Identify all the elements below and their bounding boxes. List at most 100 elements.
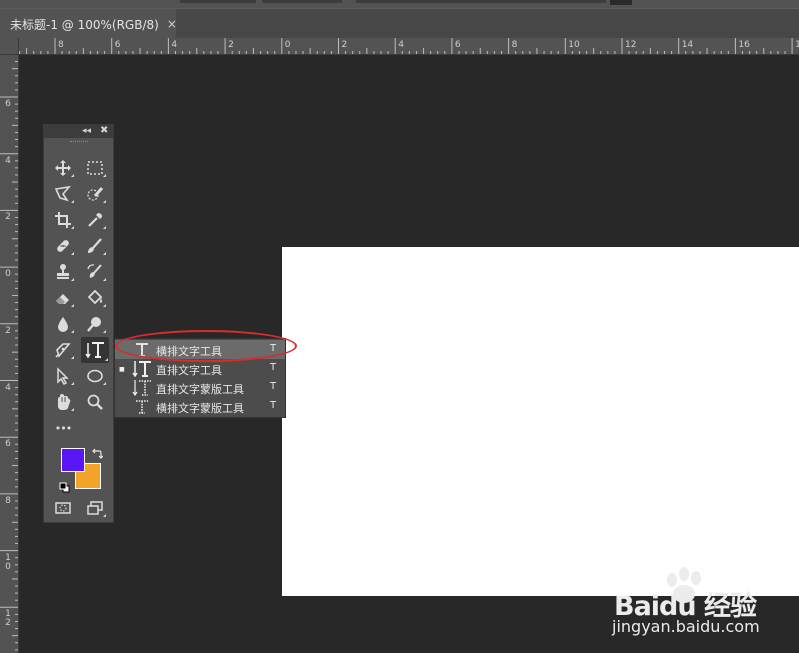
horizontal-ruler[interactable]: 8 6 4 2 0 2 4 6 8 10 12 14 16 18 (18, 38, 799, 55)
ruler-label: 6 (114, 40, 121, 50)
menu-item-vertical-type[interactable]: ■ 直排文字工具 T (115, 359, 285, 378)
submenu-indicator (71, 226, 74, 229)
quick-selection-icon (87, 187, 104, 201)
ruler-origin[interactable] (0, 38, 19, 55)
type-tool[interactable] (81, 337, 109, 363)
quick-selection-tool[interactable] (83, 183, 107, 205)
close-panel-icon[interactable]: ✖ (100, 125, 108, 136)
menu-item-horizontal-type-mask[interactable]: 横排文字蒙版工具 T (115, 397, 285, 416)
ruler-label: 10 (568, 40, 580, 50)
horizontal-type-icon (129, 340, 155, 359)
type-tool-flyout-menu: 横排文字工具 T ■ 直排文字工具 T 直排文字蒙版工具 T 横排文字蒙版工具 … (114, 338, 286, 418)
ruler-label: 0 (284, 40, 291, 50)
history-brush-icon (87, 264, 102, 278)
ruler-label: 4 (5, 382, 11, 393)
ruler-label: 8 (58, 40, 64, 50)
dodge-icon (87, 317, 101, 332)
ellipse-icon (87, 369, 103, 383)
swap-colors-icon[interactable] (91, 445, 104, 464)
clone-stamp-tool[interactable] (51, 261, 75, 283)
move-tool[interactable] (51, 157, 75, 179)
document-tab-title: 未标题-1 @ 100%(RGB/8) (10, 17, 159, 32)
ruler-label: 6 (5, 439, 11, 450)
menu-item-shortcut: T (270, 400, 277, 411)
ruler-label: 16 (738, 40, 750, 50)
history-brush-tool[interactable] (83, 261, 107, 283)
ruler-label: 14 (681, 40, 694, 50)
edit-toolbar-button[interactable]: ••• (51, 417, 75, 439)
crop-tool[interactable] (51, 209, 75, 231)
menu-item-shortcut: T (270, 362, 277, 373)
submenu-indicator (105, 358, 108, 361)
collapse-panel-icon[interactable]: ◂◂ (82, 126, 91, 136)
healing-brush-icon (57, 240, 69, 252)
submenu-indicator (103, 278, 106, 281)
ruler-label: 18 (795, 40, 799, 50)
menu-item-label: 横排文字蒙版工具 (156, 402, 244, 415)
hand-icon (58, 394, 71, 410)
pen-tool[interactable] (51, 339, 75, 361)
document-canvas[interactable] (282, 247, 799, 596)
brush-tool[interactable] (83, 235, 107, 257)
vertical-type-icon (129, 359, 155, 378)
submenu-indicator (71, 330, 74, 333)
paint-bucket-tool[interactable] (83, 287, 107, 309)
eyedropper-icon (88, 213, 102, 227)
quick-mask-tool[interactable] (51, 497, 75, 519)
submenu-indicator (103, 330, 106, 333)
menu-item-horizontal-type[interactable]: 横排文字工具 T (115, 340, 285, 359)
submenu-indicator (71, 278, 74, 281)
lasso-tool[interactable] (51, 183, 75, 205)
ruler-label: 10 (5, 552, 11, 572)
zoom-icon (87, 394, 103, 410)
menu-item-shortcut: T (270, 343, 277, 354)
submenu-indicator (71, 304, 74, 307)
eraser-icon (56, 294, 69, 304)
dodge-tool[interactable] (83, 313, 107, 335)
menu-item-label: 直排文字工具 (156, 364, 222, 377)
clone-stamp-icon (57, 264, 69, 279)
options-bar-field (610, 0, 632, 5)
ruler-label: 12 (5, 609, 11, 629)
document-tab[interactable]: 未标题-1 @ 100%(RGB/8) × (0, 9, 177, 39)
marquee-tool[interactable] (83, 157, 107, 179)
healing-brush-tool[interactable] (51, 235, 75, 257)
brush-icon (88, 238, 102, 253)
ruler-label: 2 (228, 40, 234, 50)
submenu-indicator (103, 226, 106, 229)
submenu-indicator (103, 252, 106, 255)
lasso-icon (54, 185, 72, 202)
eyedropper-tool[interactable] (83, 209, 107, 231)
submenu-indicator (71, 356, 74, 359)
tools-panel-header[interactable]: ◂◂ ✖ (44, 125, 113, 138)
eraser-tool[interactable] (51, 287, 75, 309)
ellipse-tool[interactable] (83, 365, 107, 387)
ruler-label: 6 (454, 40, 461, 50)
foreground-color-swatch[interactable] (61, 448, 85, 472)
quick-mask-icon (55, 502, 71, 514)
horizontal-type-mask-icon (129, 397, 155, 416)
path-selection-tool[interactable] (51, 365, 75, 387)
options-bar-field (262, 0, 342, 3)
close-tab-icon[interactable]: × (167, 17, 177, 31)
submenu-indicator (71, 200, 74, 203)
crop-icon (55, 212, 71, 228)
blur-tool[interactable] (51, 313, 75, 335)
ruler-label: 8 (5, 495, 11, 506)
watermark: Baidu 经验 jingyan.baidu.com (600, 566, 799, 653)
vertical-type-icon (85, 342, 104, 359)
ruler-label: 2 (5, 212, 11, 223)
vertical-type-mask-icon (129, 378, 155, 397)
options-bar-edge (0, 0, 799, 8)
submenu-indicator (103, 304, 106, 307)
submenu-indicator (103, 514, 106, 517)
watermark-url: jingyan.baidu.com (612, 617, 760, 636)
zoom-tool[interactable] (83, 391, 107, 413)
screen-mode-tool[interactable] (83, 497, 107, 519)
panel-grip[interactable] (70, 141, 88, 144)
path-selection-icon (57, 367, 69, 385)
default-colors-icon[interactable] (59, 478, 70, 497)
menu-item-vertical-type-mask[interactable]: 直排文字蒙版工具 T (115, 378, 285, 397)
vertical-ruler[interactable]: 6 4 2 0 2 4 6 8 10 12 (0, 38, 19, 653)
hand-tool[interactable] (51, 391, 75, 413)
